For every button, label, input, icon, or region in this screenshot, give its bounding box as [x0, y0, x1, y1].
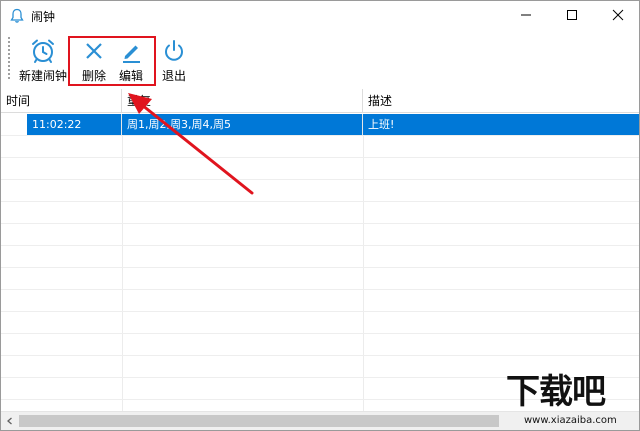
bell-icon: [10, 8, 24, 24]
empty-row: [1, 246, 639, 268]
column-header-description[interactable]: 描述: [363, 89, 639, 113]
delete-label: 删除: [81, 69, 106, 83]
table-body: 11:02:22 周1,周2,周3,周4,周5 上班!: [1, 114, 639, 411]
watermark-url: www.xiazaiba.com: [524, 415, 617, 426]
exit-button[interactable]: 退出: [157, 37, 191, 85]
site-watermark: 下载吧 www.xiazaiba.com: [500, 372, 638, 430]
empty-row: [1, 180, 639, 202]
edit-label: 编辑: [118, 69, 143, 83]
scroll-thumb[interactable]: [19, 415, 499, 427]
table-row[interactable]: 11:02:22 周1,周2,周3,周4,周5 上班!: [1, 114, 639, 136]
toolbar: 新建闹钟 删除 编辑 退出: [1, 31, 639, 87]
maximize-icon: [566, 9, 578, 24]
minimize-button[interactable]: [503, 1, 549, 31]
close-icon: [612, 9, 624, 24]
column-header-repeat[interactable]: 重复: [122, 89, 363, 113]
cell-description: 上班!: [363, 114, 639, 135]
empty-row: [1, 202, 639, 224]
watermark-logo-text: 下载吧: [506, 372, 606, 412]
empty-row: [1, 158, 639, 180]
table-header: 时间 重复 描述: [1, 89, 639, 113]
empty-row: [1, 290, 639, 312]
cell-repeat: 周1,周2,周3,周4,周5: [122, 114, 363, 135]
delete-button[interactable]: 删除: [77, 37, 111, 85]
empty-row: [1, 334, 639, 356]
new-alarm-label: 新建闹钟: [18, 69, 67, 83]
minimize-icon: [520, 9, 532, 24]
chevron-left-icon: [6, 414, 14, 428]
window-title: 闹钟: [31, 10, 56, 24]
empty-row: [1, 268, 639, 290]
empty-row: [1, 136, 639, 158]
alarm-table: 时间 重复 描述 11:02:22 周1,周2,周3,周4,周5 上班!: [1, 89, 639, 411]
close-button[interactable]: [595, 1, 639, 31]
edit-button[interactable]: 编辑: [114, 37, 148, 85]
new-alarm-button[interactable]: 新建闹钟: [15, 37, 71, 85]
empty-row: [1, 224, 639, 246]
scroll-left-button[interactable]: [1, 412, 19, 430]
title-bar[interactable]: 闹钟: [1, 1, 639, 31]
toolbar-grip[interactable]: [8, 37, 10, 79]
cell-time: 11:02:22: [27, 114, 122, 135]
power-icon: [160, 37, 188, 65]
empty-row: [1, 312, 639, 334]
pencil-icon: [117, 37, 145, 65]
alarm-clock-icon: [29, 37, 57, 65]
alarm-window: 闹钟 新建闹钟 删除 编辑 退出 时间 重复 描述 11:02:22 周1,周2…: [0, 0, 640, 431]
exit-label: 退出: [161, 69, 186, 83]
delete-x-icon: [80, 37, 108, 65]
maximize-button[interactable]: [549, 1, 595, 31]
column-header-time[interactable]: 时间: [1, 89, 122, 113]
